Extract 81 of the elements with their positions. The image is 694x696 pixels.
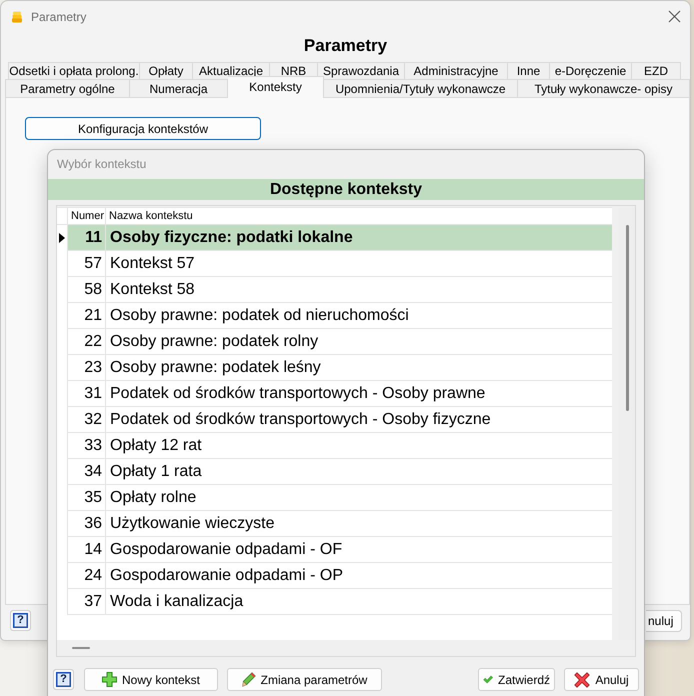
context-config-button[interactable]: Konfiguracja kontekstów xyxy=(25,117,261,140)
context-number: 14 xyxy=(68,537,106,562)
table-row[interactable]: 23 Osoby prawne: podatek leśny xyxy=(68,355,612,381)
window-title: Parametry xyxy=(31,10,86,24)
context-number: 21 xyxy=(68,303,106,328)
cross-icon xyxy=(574,672,590,688)
pencil-icon xyxy=(242,672,256,687)
table-row[interactable]: 36 Użytkowanie wieczyste xyxy=(68,511,612,537)
context-name: Osoby fizyczne: podatki lokalne xyxy=(109,228,354,248)
column-header: Nazwa kontekstu xyxy=(108,209,194,224)
help-button[interactable]: ? xyxy=(53,669,74,690)
table-row[interactable]: 21 Osoby prawne: podatek od nieruchomości xyxy=(68,303,612,329)
dialog-title: Wybór kontekstu xyxy=(57,157,146,171)
context-number: 31 xyxy=(68,381,106,406)
context-number: 23 xyxy=(68,355,106,380)
context-number: 36 xyxy=(68,511,106,536)
context-number: 24 xyxy=(68,563,106,588)
table-row[interactable]: 58 Kontekst 58 xyxy=(68,277,612,303)
table-row[interactable]: 22 Osoby prawne: podatek rolny xyxy=(68,329,612,355)
cancel-button[interactable]: Anuluj xyxy=(564,668,639,691)
context-number: 37 xyxy=(68,589,106,614)
context-name: Osoby prawne: podatek rolny xyxy=(109,332,320,352)
tab[interactable]: Tytuły wykonawcze- opisy xyxy=(518,79,690,97)
context-name: Kontekst 57 xyxy=(109,254,196,274)
table-row[interactable]: 11 Osoby fizyczne: podatki lokalne xyxy=(68,225,612,251)
context-name: Opłaty 1 rata xyxy=(109,462,203,482)
scrollbar-thumb[interactable] xyxy=(626,225,628,411)
context-name: Opłaty 12 rat xyxy=(109,436,203,456)
table-row[interactable]: 32 Podatek od środków transportowych - Osoby fizyczne xyxy=(68,407,612,433)
tab[interactable]: e-Doręczenie xyxy=(550,62,632,79)
context-number: 57 xyxy=(68,251,106,276)
context-name: Podatek od środków transportowych - Osoby fizyczne xyxy=(109,410,492,430)
tab[interactable]: Sprawozdania xyxy=(318,62,405,79)
table-row[interactable]: 33 Opłaty 12 rat xyxy=(68,433,612,459)
context-number: 58 xyxy=(68,277,106,302)
tab[interactable]: Opłaty xyxy=(140,62,193,79)
tab[interactable]: Aktualizacje xyxy=(193,62,270,79)
table-row[interactable]: 14 Gospodarowanie odpadami - OF xyxy=(68,537,612,563)
tab[interactable]: Konteksty xyxy=(228,76,324,98)
tab[interactable]: Inne xyxy=(508,62,550,79)
table-row[interactable]: 35 Opłaty rolne xyxy=(68,485,612,511)
table-row[interactable]: 31 Podatek od środków transportowych - Osoby prawne xyxy=(68,381,612,407)
context-number: 11 xyxy=(68,225,106,250)
tab[interactable]: Upomnienia/Tytuły wykonawcze xyxy=(324,79,518,97)
table-row[interactable]: 24 Gospodarowanie odpadami - OP xyxy=(68,563,612,589)
context-number: 33 xyxy=(68,433,106,458)
context-name: Osoby prawne: podatek leśny xyxy=(109,358,322,378)
context-number: 34 xyxy=(68,459,106,484)
column-header: Numer xyxy=(68,208,106,224)
close-icon xyxy=(668,10,680,23)
edit-parameters-button[interactable]: Zmiana parametrów xyxy=(227,668,382,691)
cancel-button[interactable]: nuluj xyxy=(646,610,682,632)
tab[interactable]: Numeracja xyxy=(130,79,228,97)
new-context-button[interactable]: Nowy kontekst xyxy=(84,668,218,691)
window-heading: Parametry xyxy=(304,36,388,56)
table-row[interactable]: 34 Opłaty 1 rata xyxy=(68,459,612,485)
context-name: Gospodarowanie odpadami - OP xyxy=(109,566,344,586)
coin-stack-icon xyxy=(11,10,23,22)
close-button[interactable] xyxy=(666,8,682,24)
context-name: Kontekst 58 xyxy=(109,280,196,300)
tab[interactable]: Administracyjne xyxy=(405,62,508,79)
context-number: 22 xyxy=(68,329,106,354)
help-button[interactable]: ? xyxy=(10,610,31,631)
confirm-button[interactable]: Zatwierdź xyxy=(478,668,555,691)
context-name: Użytkowanie wieczyste xyxy=(109,514,276,534)
table-row[interactable]: 37 Woda i kanalizacja xyxy=(68,589,612,615)
context-name: Gospodarowanie odpadami - OF xyxy=(109,540,344,560)
context-number: 32 xyxy=(68,407,106,432)
plus-icon xyxy=(102,672,117,687)
tab[interactable]: EZD xyxy=(632,62,681,79)
tab[interactable]: Odsetki i opłata prolong. xyxy=(8,62,140,79)
triangle-icon xyxy=(59,233,65,243)
context-name: Opłaty rolne xyxy=(109,488,198,508)
scrollbar-thumb[interactable] xyxy=(72,647,90,649)
tab[interactable]: Parametry ogólne xyxy=(5,79,130,97)
context-number: 35 xyxy=(68,485,106,510)
context-name: Woda i kanalizacja xyxy=(109,592,244,612)
context-name: Osoby prawne: podatek od nieruchomości xyxy=(109,306,410,326)
table-row[interactable]: 57 Kontekst 57 xyxy=(68,251,612,277)
context-name: Podatek od środków transportowych - Osoby prawne xyxy=(109,384,486,404)
section-heading: Dostępne konteksty xyxy=(48,179,644,200)
